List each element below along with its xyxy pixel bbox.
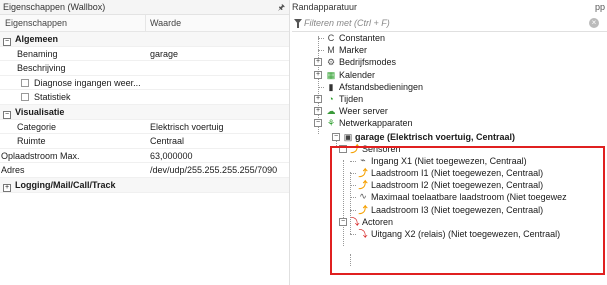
column-header-name[interactable]: Eigenschappen [0, 15, 146, 31]
property-row-categorie[interactable]: Categorie Elektrisch voertuig [0, 120, 289, 135]
property-value[interactable]: garage [146, 47, 178, 61]
property-name: Statistiek [34, 92, 71, 103]
tree-item-label: garage (Elektrisch voertuig, Centraal) [355, 131, 516, 142]
tree-item-bedrijfsmodes[interactable]: + ⚙ Bedrijfsmodes [292, 56, 607, 68]
property-value[interactable]: Centraal [146, 134, 184, 148]
network-icon: ⚘ [326, 118, 336, 129]
calendar-icon: ▦ [326, 69, 336, 80]
property-row-adres[interactable]: Adres /dev/udp/255.255.255.255/7090 [0, 163, 289, 178]
filter-icon [294, 19, 302, 28]
panel-title-text: Eigenschappen (Wallbox) [3, 2, 106, 12]
diagnose-checkbox[interactable] [21, 78, 29, 87]
property-name: Oplaadstroom Max. [1, 150, 80, 161]
filter-placeholder: Filteren met (Ctrl + F) [304, 18, 390, 28]
tree-item-tijden[interactable]: + ◔ Tijden [292, 93, 607, 105]
properties-panel-title: Eigenschappen (Wallbox) 🖈 [0, 0, 289, 15]
property-name: Benaming [17, 48, 58, 59]
property-row-oplaadstroom[interactable]: Oplaadstroom Max. 63,000000 [0, 149, 289, 164]
property-name: Categorie [17, 121, 57, 132]
property-name: Ruimte [17, 136, 46, 147]
property-value[interactable] [146, 61, 150, 75]
expand-icon[interactable]: + [314, 70, 322, 79]
tree-item-label: Netwerkapparaten [339, 118, 413, 129]
property-value[interactable] [146, 90, 150, 104]
highlight-box [330, 146, 605, 275]
filter-input[interactable]: Filteren met (Ctrl + F) × [292, 15, 607, 32]
section-visualisatie[interactable]: − Visualisatie [0, 104, 289, 120]
properties-panel: Eigenschappen (Wallbox) 🖈 Eigenschappen … [0, 0, 290, 285]
property-value[interactable]: /dev/udp/255.255.255.255/7090 [146, 163, 277, 177]
section-logging[interactable]: + Logging/Mail/Call/Track [0, 177, 289, 193]
tree-item-netwerkapparaten[interactable]: − ⚘ Netwerkapparaten [292, 117, 607, 129]
property-row-beschrijving[interactable]: Beschrijving [0, 61, 289, 76]
panel-title-text: Randapparatuur [292, 2, 358, 12]
collapse-icon[interactable]: − [332, 132, 340, 141]
collapse-icon[interactable]: − [3, 38, 11, 46]
tree-item-constanten[interactable]: C Constanten [292, 32, 607, 44]
tree-item-label: Marker [339, 45, 368, 56]
tree-item-marker[interactable]: M Marker [292, 44, 607, 56]
column-header-value[interactable]: Waarde [146, 15, 181, 31]
property-value[interactable] [146, 76, 150, 90]
tree-item-garage[interactable]: − ▣ garage (Elektrisch voertuig, Centraa… [292, 131, 607, 143]
marker-icon: M [327, 45, 335, 56]
section-label: Algemeen [15, 34, 59, 44]
remote-icon: ▮ [328, 81, 334, 92]
property-value[interactable]: Elektrisch voertuig [146, 120, 224, 134]
gear-icon: ⚙ [326, 57, 336, 68]
constant-icon: C [327, 33, 335, 43]
expand-icon[interactable]: + [314, 107, 322, 116]
tree-item-label: Weer server [339, 106, 388, 117]
section-label: Visualisatie [15, 106, 65, 117]
property-name: Beschrijving [17, 63, 66, 74]
property-grid-header: Eigenschappen Waarde [0, 15, 289, 32]
property-row-diagnose[interactable]: Diagnose ingangen weer... [0, 76, 289, 91]
wallbox-icon: ▣ [343, 131, 353, 142]
statistiek-checkbox[interactable] [21, 93, 29, 102]
clock-icon: ◔ [328, 93, 334, 104]
section-algemeen[interactable]: − Algemeen [0, 32, 289, 47]
collapse-icon[interactable]: − [3, 110, 11, 119]
tree-item-label: Tijden [339, 93, 364, 104]
tree-item-afstandsbedieningen[interactable]: ▮ Afstandsbedieningen [292, 81, 607, 93]
clear-icon[interactable]: × [589, 18, 599, 28]
expand-icon[interactable]: + [3, 183, 11, 192]
expand-icon[interactable]: + [314, 94, 322, 103]
tree-item-weer-server[interactable]: + ☁ Weer server [292, 105, 607, 117]
property-name: Diagnose ingangen weer... [34, 77, 141, 88]
property-row-benaming[interactable]: Benaming garage [0, 47, 289, 62]
collapse-icon[interactable]: − [314, 119, 322, 128]
section-label: Logging/Mail/Call/Track [15, 179, 116, 190]
pin-icon[interactable]: 🖈 [278, 0, 285, 15]
device-tree: C Constanten M Marker + ⚙ Bedrijfsmodes … [292, 32, 607, 275]
weather-icon: ☁ [326, 106, 336, 117]
peripherals-panel-title: Randapparatuur pp [292, 0, 607, 15]
tree-item-label: Bedrijfsmodes [339, 57, 397, 68]
property-name: Adres [1, 165, 25, 176]
expand-icon[interactable]: + [314, 58, 322, 67]
tree-item-label: Constanten [339, 33, 386, 43]
property-value[interactable]: 63,000000 [146, 149, 193, 163]
tree-item-label: Afstandsbedieningen [339, 81, 424, 92]
peripherals-panel: Randapparatuur pp Filteren met (Ctrl + F… [292, 0, 607, 285]
tree-item-label: Kalender [339, 69, 376, 80]
property-row-ruimte[interactable]: Ruimte Centraal [0, 134, 289, 149]
property-row-statistiek[interactable]: Statistiek [0, 90, 289, 105]
tree-item-kalender[interactable]: + ▦ Kalender [292, 69, 607, 81]
panel-corner-text: pp [594, 2, 605, 12]
